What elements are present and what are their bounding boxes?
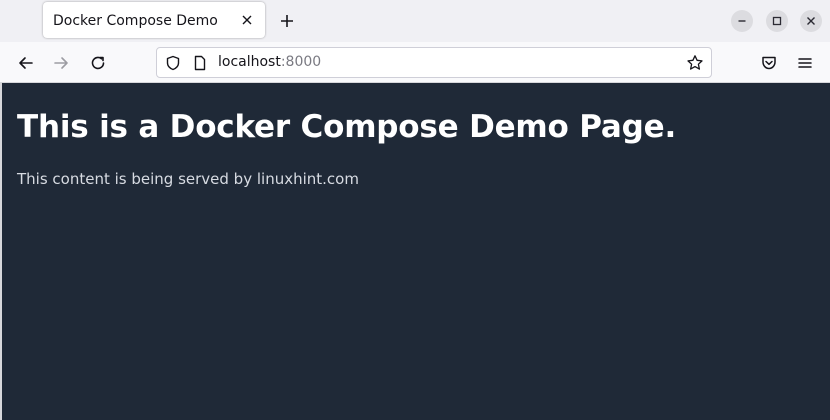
tab-title: Docker Compose Demo: [53, 13, 218, 29]
address-bar[interactable]: localhost:8000: [156, 47, 712, 78]
page-heading: This is a Docker Compose Demo Page.: [17, 109, 677, 145]
shield-icon[interactable]: [163, 53, 183, 73]
tab-strip: Docker Compose Demo: [0, 0, 830, 42]
hamburger-menu-icon[interactable]: [793, 51, 817, 75]
arrow-right-icon[interactable]: [49, 51, 73, 75]
close-icon[interactable]: [237, 10, 257, 30]
plus-icon[interactable]: [276, 10, 298, 32]
arrow-left-icon[interactable]: [14, 51, 38, 75]
navigation-toolbar: localhost:8000: [0, 42, 830, 83]
url-text[interactable]: localhost:8000: [218, 54, 321, 70]
minimize-icon[interactable]: [731, 10, 753, 32]
pocket-icon[interactable]: [757, 51, 781, 75]
star-icon[interactable]: [685, 53, 705, 73]
page-paragraph: This content is being served by linuxhin…: [17, 170, 359, 188]
url-port: :8000: [280, 54, 322, 70]
url-host: localhost: [218, 54, 281, 70]
reload-icon[interactable]: [86, 51, 110, 75]
tab-docker-compose-demo[interactable]: Docker Compose Demo: [43, 2, 265, 38]
maximize-icon[interactable]: [766, 10, 788, 32]
page-icon[interactable]: [190, 53, 210, 73]
page-viewport: This is a Docker Compose Demo Page. This…: [0, 83, 830, 420]
window-close-icon[interactable]: [800, 10, 822, 32]
